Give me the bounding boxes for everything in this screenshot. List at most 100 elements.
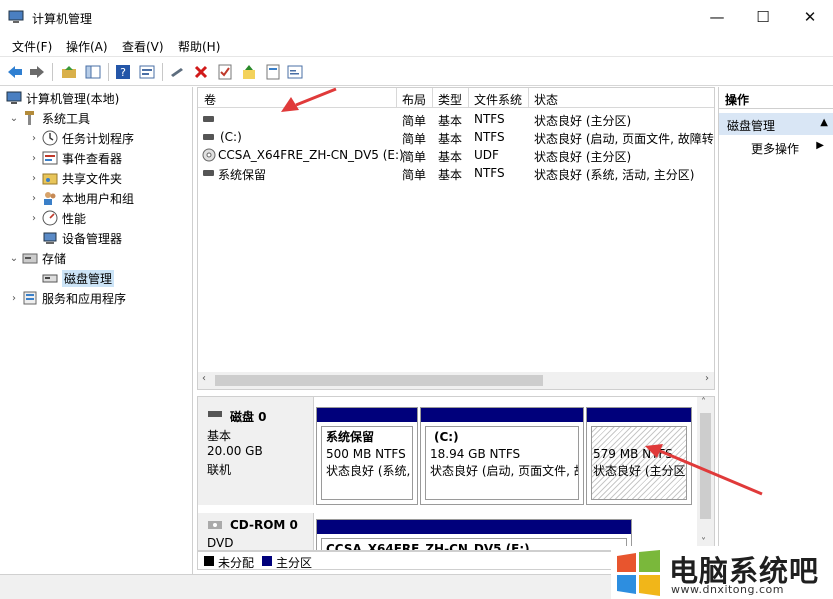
- primary-swatch: [262, 556, 272, 566]
- volume-status: 状态良好 (主分区): [534, 114, 632, 128]
- delete-icon[interactable]: [192, 63, 210, 81]
- volume-row[interactable]: 简单 基本 NTFS 状态良好 (主分区): [198, 110, 714, 128]
- chevron-right-icon[interactable]: ›: [28, 153, 40, 164]
- tree-shared-folders[interactable]: › 共享文件夹: [28, 169, 122, 187]
- tree-storage-label: 存储: [42, 251, 67, 266]
- chevron-right-icon[interactable]: ›: [8, 293, 20, 304]
- properties-icon[interactable]: [216, 63, 234, 81]
- volume-row[interactable]: CCSA_X64FRE_ZH-CN_DV5 (E:) 简单 基本 UDF 状态良…: [198, 146, 714, 164]
- volume-status: 状态良好 (主分区): [534, 150, 632, 164]
- watermark-url: www.dnxitong.com: [671, 583, 784, 596]
- shared-folder-icon: [42, 170, 58, 186]
- volume-row[interactable]: (C:) 简单 基本 NTFS 状态良好 (启动, 页面文件, 故障转: [198, 128, 714, 146]
- chevron-down-icon[interactable]: ⌄: [8, 253, 20, 264]
- collapse-up-icon[interactable]: ▲: [820, 117, 828, 128]
- minimize-button[interactable]: —: [694, 0, 740, 34]
- tree-system-tools-label: 系统工具: [42, 111, 91, 126]
- tree-local-users[interactable]: › 本地用户和组: [28, 189, 134, 207]
- partition-bar: [587, 408, 691, 422]
- disk0-name: 磁盘 0: [230, 410, 267, 424]
- volume-layout: 简单: [402, 150, 427, 164]
- export-icon[interactable]: [264, 63, 282, 81]
- tree-system-tools[interactable]: ⌄ 系统工具: [8, 109, 90, 127]
- tree-disk-management[interactable]: 磁盘管理: [42, 269, 115, 287]
- col-type[interactable]: 类型: [438, 91, 462, 108]
- up-folder-icon[interactable]: [60, 63, 78, 81]
- col-volume[interactable]: 卷: [204, 91, 216, 108]
- tree-task-scheduler-label: 任务计划程序: [62, 131, 135, 146]
- col-status[interactable]: 状态: [534, 91, 558, 108]
- back-arrow-icon[interactable]: [6, 63, 24, 81]
- partition-bar: [317, 408, 417, 422]
- scroll-up-icon[interactable]: ˄: [701, 397, 706, 408]
- device-manager-icon: [42, 230, 58, 246]
- performance-icon: [42, 210, 58, 226]
- disk-icon: [208, 411, 222, 417]
- partition-c[interactable]: (C:) 18.94 GB NTFS 状态良好 (启动, 页面文件, 故: [420, 407, 584, 505]
- more-actions-label: 更多操作: [751, 142, 800, 156]
- col-filesystem[interactable]: 文件系统: [474, 91, 522, 108]
- close-button[interactable]: ✕: [787, 0, 833, 34]
- scrollbar-thumb[interactable]: [700, 413, 711, 519]
- chevron-down-icon[interactable]: ⌄: [8, 113, 20, 124]
- tree-root[interactable]: 计算机管理(本地): [6, 89, 119, 107]
- partition-size: 18.94 GB NTFS: [430, 447, 521, 461]
- menu-help[interactable]: 帮助(H): [178, 38, 220, 55]
- chevron-right-icon[interactable]: ▶: [816, 140, 824, 151]
- menu-action[interactable]: 操作(A): [66, 38, 108, 55]
- console-icon[interactable]: [138, 63, 156, 81]
- chevron-right-icon[interactable]: ›: [28, 213, 40, 224]
- actions-selected-label: 磁盘管理: [727, 119, 776, 133]
- volume-layout: 简单: [402, 168, 427, 182]
- tree-task-scheduler[interactable]: › 任务计划程序: [28, 129, 134, 147]
- tree-services-apps[interactable]: › 服务和应用程序: [8, 289, 126, 307]
- vertical-scrollbar[interactable]: ˄ ˅: [697, 397, 714, 550]
- partition-bar: [421, 408, 583, 422]
- show-hide-tree-icon[interactable]: [84, 63, 102, 81]
- maximize-button[interactable]: ☐: [740, 0, 786, 34]
- tree-event-viewer[interactable]: › 事件查看器: [28, 149, 122, 167]
- cdrom0-label[interactable]: CD-ROM 0 DVD: [198, 513, 314, 550]
- menu-view[interactable]: 查看(V): [122, 38, 164, 55]
- volume-fs: NTFS: [474, 130, 505, 144]
- menu-file[interactable]: 文件(F): [12, 38, 52, 55]
- partition-info: 系统保留 500 MB NTFS 状态良好 (系统, ): [321, 426, 413, 500]
- partition-info: (C:) 18.94 GB NTFS 状态良好 (启动, 页面文件, 故: [425, 426, 579, 500]
- partition-recovery[interactable]: 579 MB NTFS 状态良好 (主分区: [586, 407, 692, 505]
- tree-storage[interactable]: ⌄ 存储: [8, 249, 66, 267]
- tree-device-manager[interactable]: 设备管理器: [42, 229, 122, 247]
- scroll-left-icon[interactable]: ‹: [202, 373, 206, 384]
- rescan-icon[interactable]: [286, 63, 304, 81]
- partition-system-reserved[interactable]: 系统保留 500 MB NTFS 状态良好 (系统, ): [316, 407, 418, 505]
- col-layout[interactable]: 布局: [402, 91, 426, 108]
- volume-row[interactable]: 系统保留 简单 基本 NTFS 状态良好 (系统, 活动, 主分区): [198, 164, 714, 182]
- tree-performance[interactable]: › 性能: [28, 209, 86, 227]
- scrollbar-thumb[interactable]: [215, 375, 543, 386]
- cdrom0-name: CD-ROM 0: [230, 518, 298, 532]
- chevron-right-icon[interactable]: ›: [28, 133, 40, 144]
- tree-shared-folders-label: 共享文件夹: [62, 171, 123, 186]
- disk0-label[interactable]: 磁盘 0 基本 20.00 GB 联机: [198, 397, 314, 505]
- more-actions[interactable]: 更多操作 ▶: [719, 137, 833, 157]
- connect-icon[interactable]: [168, 63, 186, 81]
- horizontal-scrollbar[interactable]: ‹ ›: [198, 372, 714, 389]
- computer-icon: [6, 90, 22, 106]
- forward-arrow-icon[interactable]: [28, 63, 46, 81]
- volume-type: 基本: [438, 150, 463, 164]
- tree-services-apps-label: 服务和应用程序: [42, 291, 127, 306]
- scroll-right-icon[interactable]: ›: [705, 373, 709, 384]
- chevron-right-icon[interactable]: ›: [28, 193, 40, 204]
- help-icon[interactable]: ?: [114, 63, 132, 81]
- window-title: 计算机管理: [32, 12, 93, 26]
- actions-disk-management[interactable]: 磁盘管理 ▲: [719, 113, 833, 135]
- chevron-right-icon[interactable]: ›: [28, 173, 40, 184]
- tree-local-users-label: 本地用户和组: [62, 191, 135, 206]
- volume-type: 基本: [438, 114, 463, 128]
- import-icon[interactable]: [240, 63, 258, 81]
- partition-status: 状态良好 (主分区: [593, 464, 686, 478]
- partition-cdrom[interactable]: CCSA_X64FRE_ZH-CN_DV5 (E:): [316, 519, 632, 550]
- partition-status: 状态良好 (系统, ): [326, 464, 413, 478]
- watermark: 电脑系统吧 www.dnxitong.com: [611, 546, 833, 599]
- partition-info: CCSA_X64FRE_ZH-CN_DV5 (E:): [321, 538, 627, 550]
- services-icon: [22, 290, 38, 306]
